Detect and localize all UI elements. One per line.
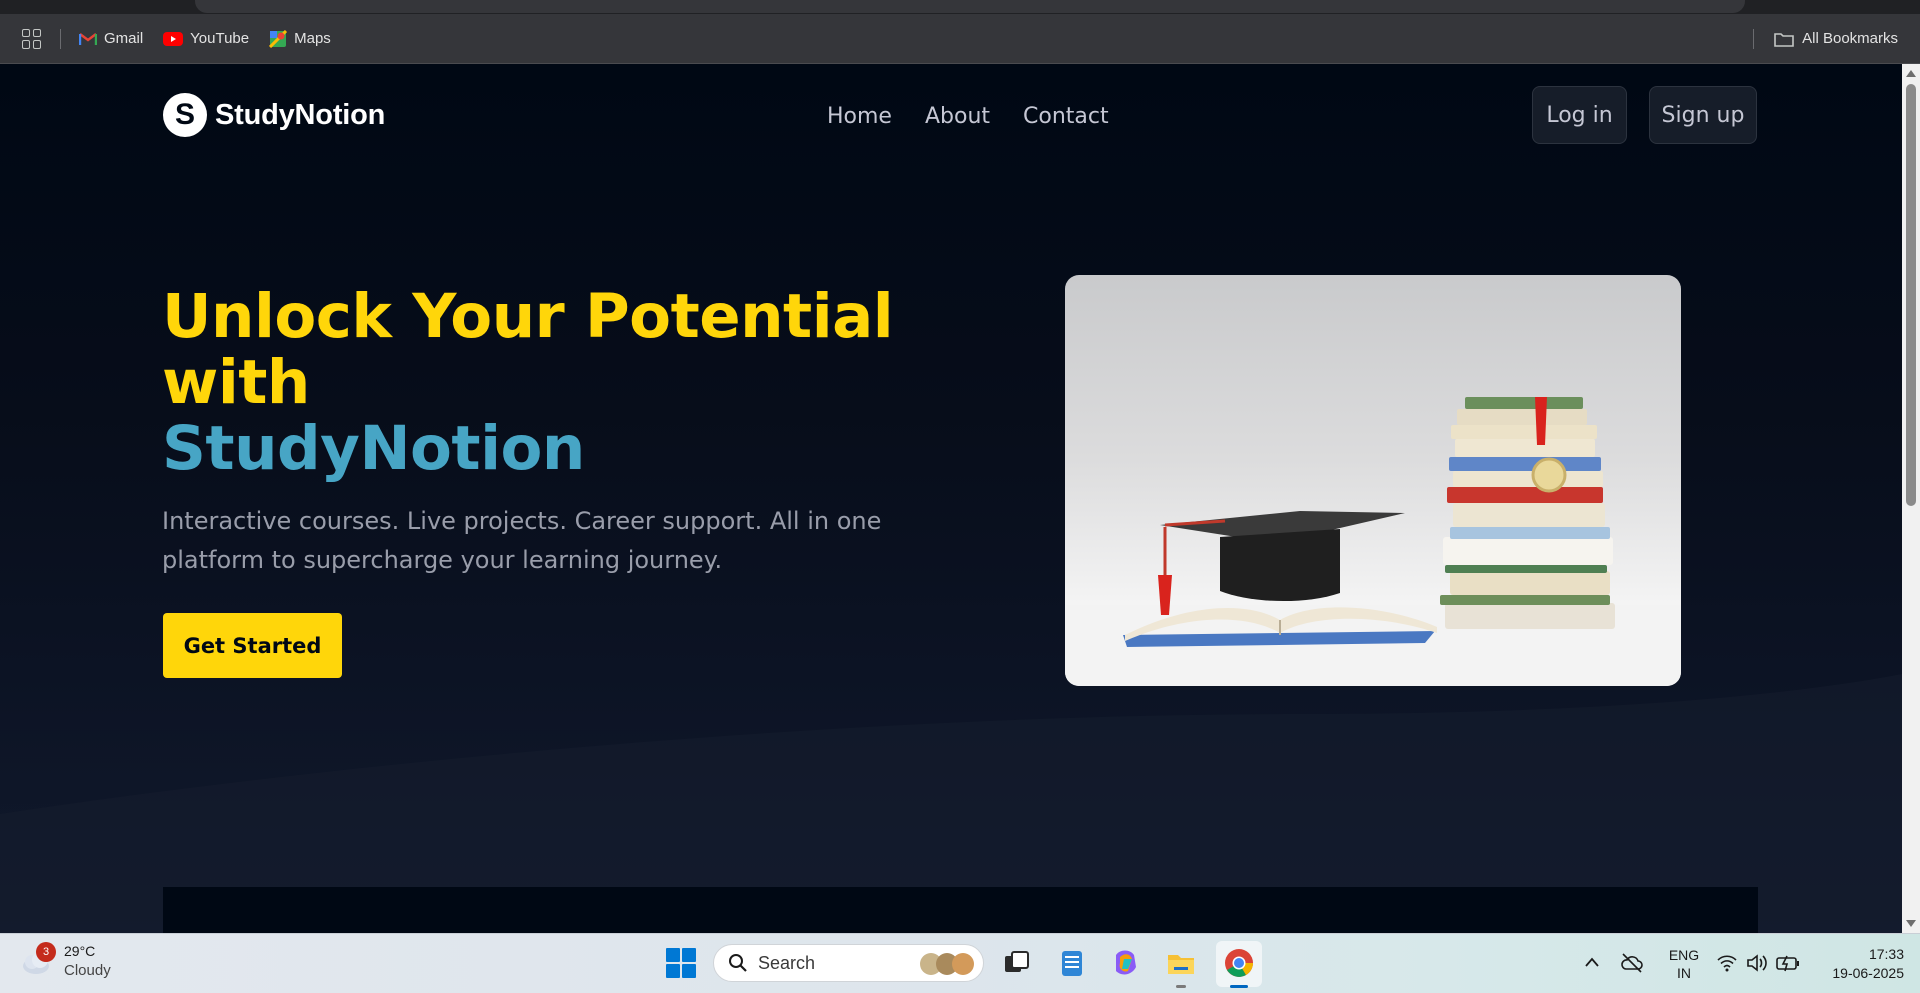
logo-text: StudyNotion: [215, 98, 386, 131]
cloud-icon: 3: [20, 942, 56, 978]
nav-about[interactable]: About: [925, 104, 990, 129]
page-scrollbar[interactable]: [1902, 64, 1920, 933]
weather-badge: 3: [36, 942, 56, 962]
next-section-panel: [163, 887, 1758, 933]
weather-condition: Cloudy: [64, 962, 111, 979]
address-bar[interactable]: [195, 0, 1745, 13]
get-started-button[interactable]: Get Started: [163, 613, 342, 678]
chrome-icon[interactable]: [1223, 947, 1255, 988]
bookmark-youtube[interactable]: YouTube: [163, 30, 249, 47]
hero-subtitle: Interactive courses. Live projects. Care…: [162, 507, 882, 574]
weather-temp: 29°C: [64, 943, 96, 959]
page-viewport: S StudyNotion Home About Contact Log in …: [0, 64, 1902, 933]
weather-text: 29°C Cloudy: [64, 942, 111, 980]
notepad-icon[interactable]: [1056, 947, 1088, 979]
folder-icon: [1774, 32, 1794, 47]
windows-start-icon[interactable]: [666, 948, 696, 978]
hero-title: Unlock Your Potential with StudyNotion: [162, 284, 922, 482]
clock-date: 19-06-2025: [1832, 965, 1904, 981]
search-placeholder: Search: [758, 952, 816, 973]
clock-time: 17:33: [1868, 946, 1904, 962]
bookmark-label: YouTube: [190, 30, 250, 47]
signup-button[interactable]: Sign up: [1649, 86, 1757, 144]
graduation-books-illustration: [1065, 397, 1681, 686]
search-icon: [729, 954, 747, 972]
cloud-offline-icon[interactable]: [1620, 952, 1644, 974]
taskbar-search[interactable]: Search: [713, 944, 984, 982]
task-view-icon[interactable]: [1000, 947, 1032, 979]
windows-taskbar: 3 29°C Cloudy Search ENG IN 17:33 19-06-…: [0, 933, 1920, 993]
hero-title-line2: with: [162, 347, 310, 418]
youtube-icon: [163, 31, 184, 46]
volume-icon[interactable]: [1746, 953, 1768, 973]
bookmark-label: Gmail: [104, 30, 144, 47]
wifi-icon[interactable]: [1716, 953, 1738, 973]
bookmark-gmail[interactable]: Gmail: [79, 30, 143, 47]
gmail-icon: [79, 32, 97, 45]
bookmarks-divider: [60, 28, 61, 49]
bookmarks-divider: [1753, 28, 1755, 49]
lang-line1: ENG: [1668, 947, 1700, 963]
all-bookmarks-button[interactable]: All Bookmarks: [1753, 28, 1898, 49]
all-bookmarks-label: All Bookmarks: [1802, 30, 1898, 47]
file-explorer-icon[interactable]: [1165, 947, 1197, 988]
lang-line2: IN: [1677, 965, 1691, 981]
scroll-down-icon[interactable]: [1906, 920, 1916, 927]
main-nav: Home About Contact: [827, 104, 1109, 129]
scrollbar-thumb[interactable]: [1906, 84, 1916, 506]
nav-contact[interactable]: Contact: [1023, 104, 1109, 129]
bookmark-maps[interactable]: Maps: [269, 29, 331, 48]
hero-image: [1065, 275, 1681, 686]
battery-charging-icon[interactable]: [1776, 954, 1800, 972]
apps-grid-icon[interactable]: [22, 28, 42, 49]
login-button[interactable]: Log in: [1532, 86, 1627, 144]
search-highlight-icon: [920, 953, 974, 975]
bookmarks-bar: Gmail YouTube Maps All Bookmarks: [0, 14, 1920, 64]
nav-home[interactable]: Home: [827, 104, 892, 129]
browser-tab-strip: [0, 0, 1920, 14]
active-indicator: [1230, 985, 1248, 988]
weather-widget[interactable]: 3 29°C Cloudy: [20, 942, 111, 980]
hero-title-line1: Unlock Your Potential: [162, 281, 894, 352]
scroll-up-icon[interactable]: [1906, 70, 1916, 77]
copilot-icon[interactable]: [1110, 947, 1142, 979]
bookmark-label: Maps: [294, 30, 331, 47]
site-logo[interactable]: S StudyNotion: [163, 93, 385, 137]
chevron-up-icon[interactable]: [1584, 956, 1600, 968]
running-indicator: [1176, 985, 1186, 988]
language-indicator[interactable]: ENG IN: [1664, 934, 1704, 993]
logo-mark-icon: S: [163, 93, 207, 137]
maps-icon: [269, 29, 288, 48]
clock[interactable]: 17:33 19-06-2025: [1812, 934, 1904, 993]
hero-title-brand: StudyNotion: [162, 413, 585, 484]
